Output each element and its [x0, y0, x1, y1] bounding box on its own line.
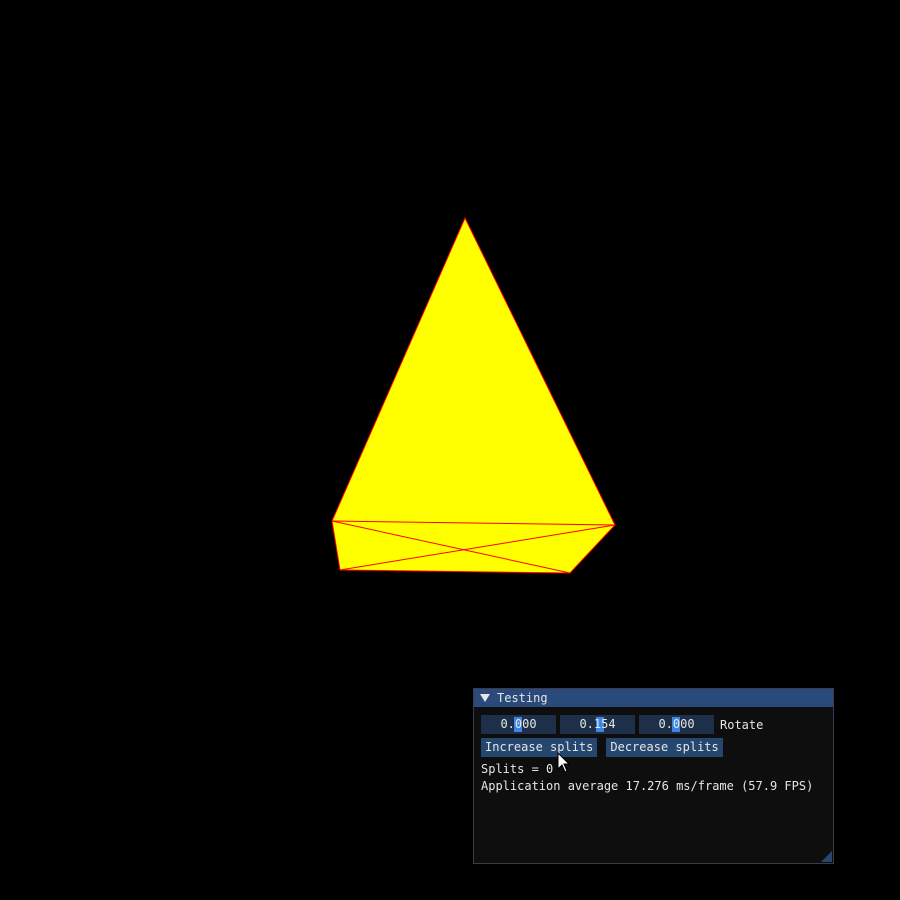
decrease-splits-button[interactable]: Decrease splits: [606, 738, 723, 757]
rotate-z-value: 0.000: [658, 717, 695, 731]
splits-button-row: Increase splits Decrease splits: [481, 738, 826, 757]
pyramid-mesh: [331, 216, 617, 574]
resize-grip-icon[interactable]: [821, 851, 832, 862]
pyramid-front-face: [332, 218, 615, 573]
rotate-z-slider[interactable]: 0.000: [639, 715, 714, 734]
testing-window[interactable]: Testing 0.000 0.154 0.000 Rotate Increas…: [473, 688, 834, 864]
rotate-x-slider[interactable]: 0.000: [481, 715, 556, 734]
splits-count-text: Splits = 0: [481, 762, 554, 776]
triangle-down-icon[interactable]: [480, 694, 490, 702]
performance-text: Application average 17.276 ms/frame (57.…: [481, 779, 814, 793]
rotate-y-slider[interactable]: 0.154: [560, 715, 635, 734]
rotate-x-value: 0.000: [500, 717, 537, 731]
window-title-bar[interactable]: Testing: [474, 689, 833, 707]
rotate-slider-row: 0.000 0.154 0.000 Rotate: [481, 715, 826, 734]
window-title: Testing: [497, 691, 548, 705]
rotate-y-value: 0.154: [579, 717, 616, 731]
increase-splits-button[interactable]: Increase splits: [481, 738, 598, 757]
window-body: 0.000 0.154 0.000 Rotate Increase splits…: [474, 707, 833, 795]
rotate-label: Rotate: [720, 717, 764, 732]
